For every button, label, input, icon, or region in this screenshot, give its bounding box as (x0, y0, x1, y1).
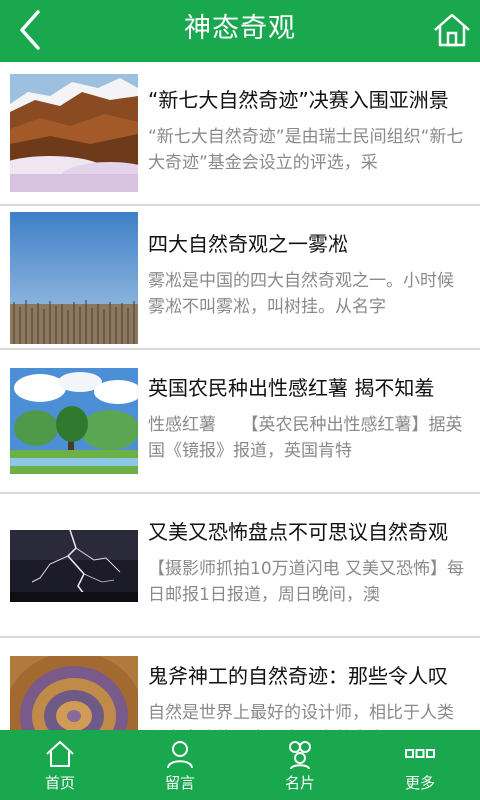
article-title: 又美又恐怖盘点不可思议自然奇观 (148, 520, 448, 544)
home-icon (434, 13, 470, 47)
article-title: 英国农民种出性感红薯 揭不知羞 (148, 376, 435, 400)
tab-label: 首页 (44, 774, 75, 792)
mountain-clouds-photo (10, 74, 138, 192)
article-title: 鬼斧神工的自然奇迹：那些令人叹 (148, 664, 448, 688)
article-summary: 性感红薯 【英农民种出性感红薯】据英国《镜报》报道，英国肯特 (148, 415, 463, 461)
article-item[interactable]: 又美又恐怖盘点不可思议自然奇观 【摄影师抓拍10万道闪电 又美又恐怖】每日邮报1… (0, 494, 480, 638)
app-header: 神态奇观 (0, 0, 480, 62)
sahara-eye-photo (10, 656, 138, 730)
article-summary: 【摄影师抓拍10万道闪电 又美又恐怖】每日邮报1日报道，周日晚间，澳 (148, 559, 465, 605)
article-summary: 自然是世界上最好的设计师，相比于人类七大奇迹的巧夺天空，自然鬼身 (148, 703, 454, 730)
article-summary: “新七大自然奇迹”是由瑞士民间组织“新七大奇迹”基金会设立的评选，采 (148, 127, 464, 173)
article-item[interactable]: “新七大自然奇迹”决赛入围亚洲景 “新七大自然奇迹”是由瑞士民间组织“新七大奇迹… (0, 62, 480, 206)
page-title: 神态奇观 (184, 13, 296, 44)
article-title: 四大自然奇观之一雾凇 (148, 232, 348, 256)
user-icon (167, 741, 193, 769)
article-item[interactable]: 鬼斧神工的自然奇迹：那些令人叹 自然是世界上最好的设计师，相比于人类七大奇迹的巧… (0, 638, 480, 730)
article-item[interactable]: 四大自然奇观之一雾凇 雾凇是中国的四大自然奇观之一。小时候雾凇不叫雾凇，叫树挂。… (0, 206, 480, 350)
tab-more[interactable]: 更多 (360, 730, 480, 800)
tab-label: 留言 (164, 774, 195, 792)
article-item[interactable]: 英国农民种出性感红薯 揭不知羞 性感红薯 【英农民种出性感红薯】据英国《镜报》报… (0, 350, 480, 494)
bottom-tab-bar: 首页 留言 名片 更多 (0, 730, 480, 800)
tab-label: 名片 (284, 774, 315, 792)
article-list: “新七大自然奇迹”决赛入围亚洲景 “新七大自然奇迹”是由瑞士民间组织“新七大奇迹… (0, 62, 480, 730)
lightning-storm-photo (10, 530, 138, 602)
tab-message[interactable]: 留言 (120, 730, 240, 800)
article-summary: 雾凇是中国的四大自然奇观之一。小时候雾凇不叫雾凇，叫树挂。从名字 (148, 271, 454, 317)
article-title: “新七大自然奇迹”决赛入围亚洲景 (148, 88, 449, 112)
tab-card[interactable]: 名片 (240, 730, 360, 800)
tab-home[interactable]: 首页 (0, 730, 120, 800)
more-dots-icon (405, 749, 435, 758)
tab-label: 更多 (404, 774, 435, 792)
green-landscape-photo (10, 368, 138, 474)
home-icon (46, 741, 74, 767)
contacts-icon (289, 741, 311, 770)
home-button[interactable] (432, 10, 472, 50)
rime-forest-photo (10, 212, 138, 344)
